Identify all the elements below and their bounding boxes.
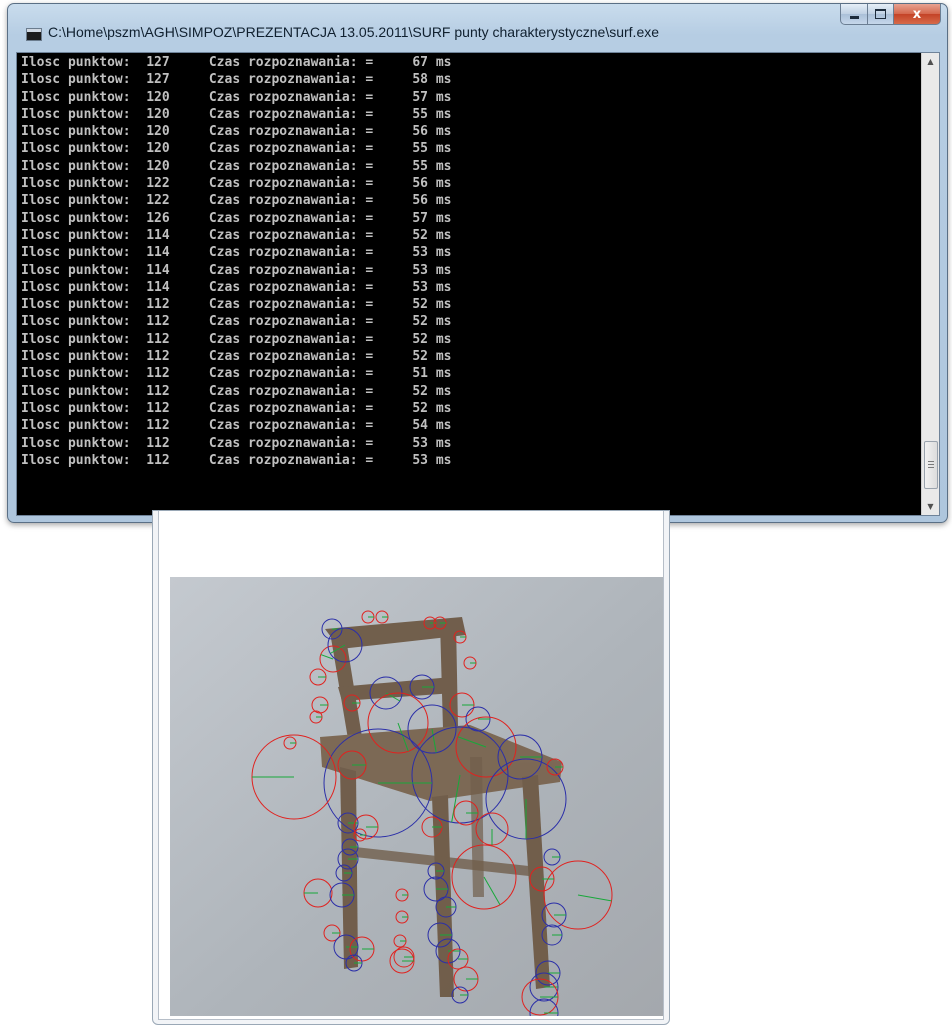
console-line: Ilosc punktow: 112 Czas rozpoznawania: =… [21, 452, 452, 468]
image-window[interactable] [152, 510, 670, 1025]
window-title: C:\Home\pszm\AGH\SIMPOZ\PREZENTACJA 13.0… [48, 24, 660, 40]
console-window[interactable]: C:\Home\pszm\AGH\SIMPOZ\PREZENTACJA 13.0… [7, 3, 948, 523]
console-line: Ilosc punktow: 114 Czas rozpoznawania: =… [21, 245, 452, 261]
console-line: Ilosc punktow: 112 Czas rozpoznawania: =… [21, 418, 452, 434]
thumb-grip-line [928, 464, 934, 465]
console-line: Ilosc punktow: 122 Czas rozpoznawania: =… [21, 193, 452, 209]
console-line: Ilosc punktow: 112 Czas rozpoznawania: =… [21, 400, 452, 416]
minimize-icon [849, 15, 859, 19]
image-frame [158, 511, 664, 1020]
thumb-grip-line [928, 467, 934, 468]
console-line: Ilosc punktow: 127 Czas rozpoznawania: =… [21, 72, 452, 88]
console-line: Ilosc punktow: 122 Czas rozpoznawania: =… [21, 176, 452, 192]
thumb-grip-line [928, 461, 934, 462]
scroll-up-arrow-icon[interactable]: ▲ [922, 53, 939, 70]
console-line: Ilosc punktow: 112 Czas rozpoznawania: =… [21, 331, 452, 347]
console-output: Ilosc punktow: 127 Czas rozpoznawania: =… [21, 54, 917, 469]
console-line: Ilosc punktow: 114 Czas rozpoznawania: =… [21, 279, 452, 295]
caption-buttons: x [840, 4, 941, 26]
console-line: Ilosc punktow: 126 Czas rozpoznawania: =… [21, 210, 452, 226]
close-button[interactable]: x [894, 4, 941, 25]
minimize-button[interactable] [840, 4, 868, 25]
surf-keypoints-image [170, 577, 663, 1016]
console-line: Ilosc punktow: 120 Czas rozpoznawania: =… [21, 158, 452, 174]
console-line: Ilosc punktow: 120 Czas rozpoznawania: =… [21, 106, 452, 122]
console-line: Ilosc punktow: 120 Czas rozpoznawania: =… [21, 124, 452, 140]
close-icon: x [912, 6, 922, 22]
console-line: Ilosc punktow: 120 Czas rozpoznawania: =… [21, 141, 452, 157]
console-line: Ilosc punktow: 120 Czas rozpoznawania: =… [21, 89, 452, 105]
console-app-icon[interactable] [26, 28, 42, 41]
console-line: Ilosc punktow: 112 Czas rozpoznawania: =… [21, 435, 452, 451]
console-line: Ilosc punktow: 112 Czas rozpoznawania: =… [21, 366, 452, 382]
maximize-icon [875, 9, 886, 19]
console-line: Ilosc punktow: 112 Czas rozpoznawania: =… [21, 383, 452, 399]
console-line: Ilosc punktow: 112 Czas rozpoznawania: =… [21, 314, 452, 330]
scroll-down-arrow-icon[interactable]: ▼ [922, 498, 939, 515]
title-bar[interactable]: C:\Home\pszm\AGH\SIMPOZ\PREZENTACJA 13.0… [8, 4, 947, 52]
console-line: Ilosc punktow: 112 Czas rozpoznawania: =… [21, 297, 452, 313]
console-output-area[interactable]: Ilosc punktow: 127 Czas rozpoznawania: =… [16, 52, 940, 516]
console-line: Ilosc punktow: 114 Czas rozpoznawania: =… [21, 262, 452, 278]
console-line: Ilosc punktow: 112 Czas rozpoznawania: =… [21, 349, 452, 365]
console-line: Ilosc punktow: 114 Czas rozpoznawania: =… [21, 227, 452, 243]
scrollbar-thumb[interactable] [924, 441, 938, 489]
console-line: Ilosc punktow: 127 Czas rozpoznawania: =… [21, 55, 452, 70]
maximize-button[interactable] [868, 4, 894, 25]
vertical-scrollbar[interactable]: ▲ ▼ [921, 53, 939, 515]
